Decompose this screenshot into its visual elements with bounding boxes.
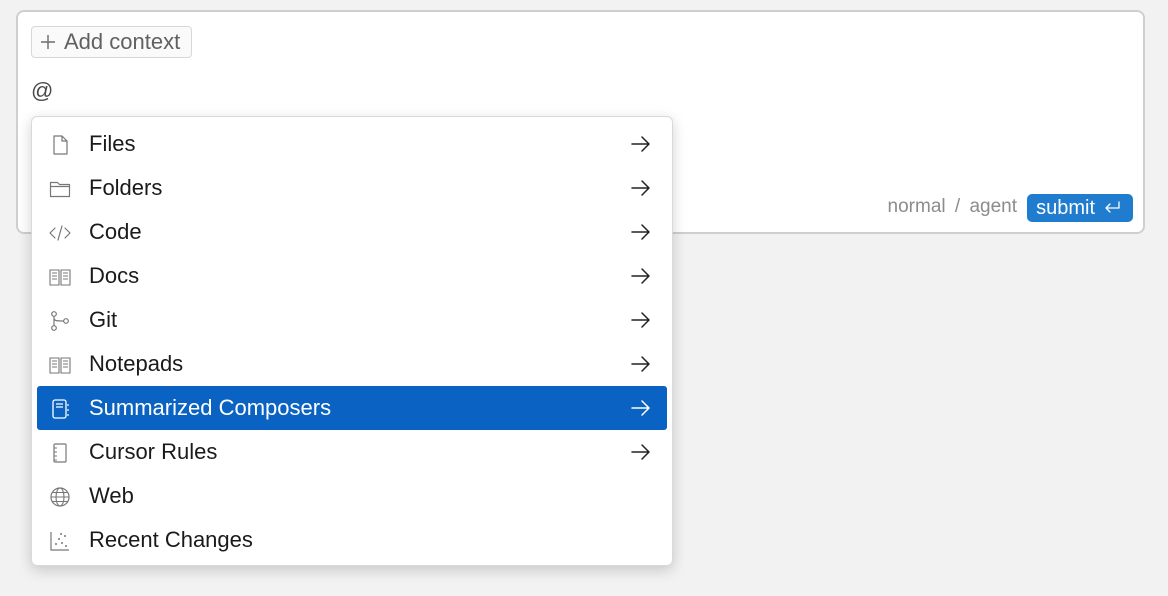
context-menu: Files Folders Code Docs Git Notepads Sum…	[31, 116, 673, 566]
mode-normal[interactable]: normal	[888, 196, 946, 217]
menu-item-cursor-rules[interactable]: Cursor Rules	[37, 430, 667, 474]
folder-icon	[49, 178, 71, 200]
notebook-icon	[49, 398, 71, 420]
arrow-right-icon	[631, 355, 651, 373]
menu-item-summarized-composers[interactable]: Summarized Composers	[37, 386, 667, 430]
arrow-right-icon	[631, 267, 651, 285]
arrow-right-icon	[631, 443, 651, 461]
menu-item-label: Notepads	[89, 351, 184, 376]
menu-item-label: Git	[89, 307, 118, 332]
menu-item-label: Web	[89, 483, 134, 508]
submit-button[interactable]: submit	[1027, 194, 1133, 222]
menu-item-recent-changes[interactable]: Recent Changes	[37, 518, 667, 562]
globe-icon	[49, 486, 71, 508]
menu-item-label: Files	[89, 131, 136, 156]
menu-item-notepads[interactable]: Notepads	[37, 342, 667, 386]
menu-item-label: Recent Changes	[89, 527, 253, 552]
book-icon	[49, 266, 71, 288]
menu-item-folders[interactable]: Folders	[37, 166, 667, 210]
arrow-right-icon	[631, 399, 651, 417]
menu-item-docs[interactable]: Docs	[37, 254, 667, 298]
code-icon	[49, 222, 71, 244]
file-icon	[49, 134, 71, 156]
menu-item-git[interactable]: Git	[37, 298, 667, 342]
arrow-right-icon	[631, 179, 651, 197]
menu-item-label: Summarized Composers	[89, 395, 332, 420]
menu-item-label: Docs	[89, 263, 140, 288]
submit-label: submit	[1036, 196, 1095, 219]
add-context-button[interactable]: Add context	[31, 26, 193, 58]
mode-selector[interactable]: normal / agent	[888, 196, 1017, 218]
composer-input[interactable]: @	[31, 78, 53, 104]
arrow-right-icon	[631, 223, 651, 241]
menu-item-code[interactable]: Code	[37, 210, 667, 254]
menu-item-files[interactable]: Files	[37, 122, 667, 166]
arrow-right-icon	[631, 311, 651, 329]
plus-icon	[40, 34, 56, 50]
menu-item-label: Cursor Rules	[89, 439, 218, 464]
add-context-label: Add context	[64, 29, 181, 54]
menu-item-label: Folders	[89, 175, 163, 200]
rules-icon	[49, 442, 71, 464]
git-branch-icon	[49, 310, 71, 332]
arrow-right-icon	[631, 135, 651, 153]
scatter-icon	[49, 530, 71, 552]
menu-item-label: Code	[89, 219, 142, 244]
book-icon	[49, 354, 71, 376]
mode-agent[interactable]: agent	[969, 196, 1017, 217]
mode-separator: /	[954, 196, 961, 217]
enter-key-icon	[1103, 200, 1121, 216]
menu-item-web[interactable]: Web	[37, 474, 667, 518]
